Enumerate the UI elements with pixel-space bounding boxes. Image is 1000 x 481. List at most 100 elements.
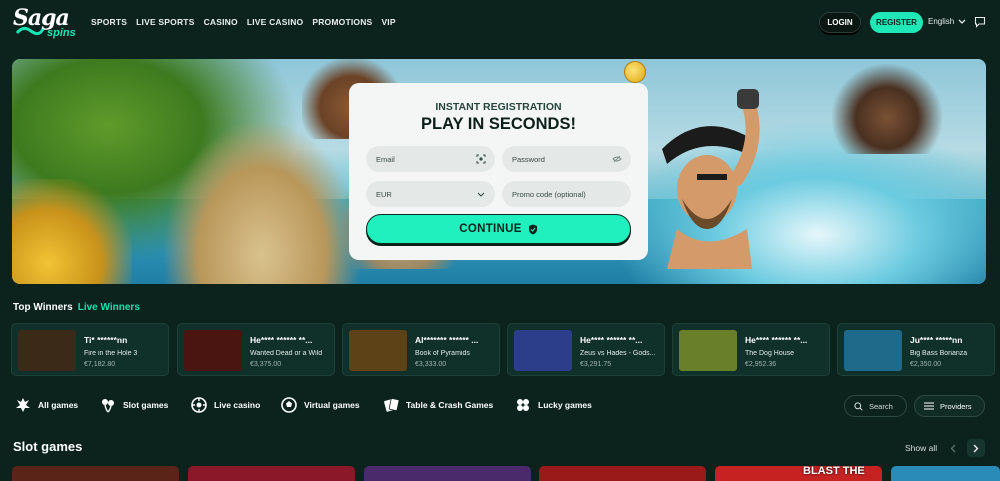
language-selector[interactable]: English bbox=[928, 17, 966, 26]
slot-game-tile[interactable] bbox=[364, 466, 531, 481]
winner-card[interactable]: He**** ****** **... The Dog House €2,952… bbox=[672, 323, 830, 376]
slot-games-title: Slot games bbox=[13, 439, 83, 454]
game-thumbnail bbox=[679, 330, 737, 371]
providers-label: Providers bbox=[940, 401, 972, 411]
winner-amount: €3,291.75 bbox=[580, 361, 612, 368]
winner-amount: €7,182.80 bbox=[84, 361, 116, 368]
winner-game: Book of Pyramids bbox=[415, 350, 470, 357]
promo-code-field[interactable]: Promo code (optional) bbox=[502, 181, 631, 207]
tab-live-winners[interactable]: Live Winners bbox=[78, 302, 140, 313]
winner-name: He**** ****** **... bbox=[250, 335, 313, 345]
winners-tabs: Top Winners Live Winners bbox=[13, 302, 140, 313]
hero-gold-coins bbox=[12, 179, 132, 284]
winner-card[interactable]: Ti* ******nn Fire in the Hole 3 €7,182.8… bbox=[11, 323, 169, 376]
chevron-right-icon bbox=[973, 444, 979, 452]
tab-top-winners[interactable]: Top Winners bbox=[13, 302, 73, 313]
winner-name: Ju**** *****nn bbox=[910, 335, 963, 345]
language-label: English bbox=[928, 17, 955, 26]
chevron-down-icon bbox=[477, 192, 485, 197]
eye-off-icon[interactable] bbox=[612, 154, 622, 164]
scan-icon[interactable] bbox=[476, 154, 486, 164]
login-button[interactable]: LOGIN bbox=[819, 12, 861, 33]
game-thumbnail bbox=[349, 330, 407, 371]
show-all-link[interactable]: Show all bbox=[905, 443, 937, 453]
slot-game-tile[interactable] bbox=[12, 466, 179, 481]
category-label: Virtual games bbox=[304, 400, 360, 410]
game-thumbnail bbox=[18, 330, 76, 371]
chevron-down-icon bbox=[958, 19, 966, 24]
search-icon bbox=[854, 401, 863, 411]
slot-game-tile[interactable] bbox=[539, 466, 706, 481]
register-button[interactable]: REGISTER bbox=[870, 12, 923, 33]
nav-promotions[interactable]: PROMOTIONS bbox=[312, 17, 372, 27]
main-nav: SPORTS LIVE SPORTS CASINO LIVE CASINO PR… bbox=[91, 17, 396, 27]
slot-game-title-text: BLAST THE bbox=[803, 465, 865, 477]
roulette-icon bbox=[191, 397, 207, 413]
sagaspins-logo[interactable]: Saga spins bbox=[13, 5, 83, 43]
category-label: Table & Crash Games bbox=[406, 400, 494, 410]
logo-swirl-icon bbox=[15, 26, 45, 36]
registration-form: INSTANT REGISTRATION PLAY IN SECONDS! Em… bbox=[349, 83, 648, 260]
winner-game: Wanted Dead or a Wild bbox=[250, 350, 323, 357]
category-live-casino[interactable]: Live casino bbox=[190, 396, 260, 414]
registration-title: PLAY IN SECONDS! bbox=[421, 115, 576, 133]
winner-amount: €3,333.00 bbox=[415, 361, 447, 368]
winner-game: Big Bass Bonanza bbox=[910, 350, 968, 357]
category-label: Lucky games bbox=[538, 400, 592, 410]
menu-icon bbox=[924, 402, 934, 410]
password-field[interactable]: Password bbox=[502, 146, 631, 172]
nav-live-casino[interactable]: LIVE CASINO bbox=[247, 17, 304, 27]
promo-placeholder: Promo code (optional) bbox=[512, 189, 586, 199]
all-games-icon bbox=[16, 398, 30, 412]
category-label: All games bbox=[38, 400, 79, 410]
game-thumbnail bbox=[514, 330, 572, 371]
providers-button[interactable]: Providers bbox=[914, 395, 985, 417]
chat-icon[interactable] bbox=[974, 16, 986, 28]
carousel-prev-button[interactable] bbox=[946, 440, 960, 456]
carousel-next-button[interactable] bbox=[967, 439, 985, 457]
nav-sports[interactable]: SPORTS bbox=[91, 17, 127, 27]
category-label: Live casino bbox=[214, 400, 261, 410]
currency-select[interactable]: EUR bbox=[366, 181, 495, 207]
slot-game-tile[interactable] bbox=[188, 466, 355, 481]
nav-vip[interactable]: VIP bbox=[381, 17, 395, 27]
winner-name: He**** ****** **... bbox=[745, 335, 808, 345]
winner-amount: €2,952.36 bbox=[745, 361, 777, 368]
soccer-ball-icon bbox=[281, 397, 297, 413]
winner-card[interactable]: He**** ****** **... Zeus vs Hades - Gods… bbox=[507, 323, 665, 376]
nav-live-sports[interactable]: LIVE SPORTS bbox=[136, 17, 194, 27]
winner-card[interactable]: Al******* ****** ... Book of Pyramids €3… bbox=[342, 323, 500, 376]
slot-game-tile[interactable] bbox=[891, 466, 1000, 481]
nav-casino[interactable]: CASINO bbox=[204, 17, 238, 27]
shield-check-icon bbox=[528, 224, 537, 234]
continue-label: CONTINUE bbox=[459, 223, 522, 235]
email-field[interactable]: Email bbox=[366, 146, 495, 172]
game-search[interactable]: Search bbox=[844, 395, 907, 417]
hero-island bbox=[162, 119, 362, 284]
category-all-games[interactable]: All games bbox=[14, 396, 78, 414]
winner-card[interactable]: Ju**** *****nn Big Bass Bonanza €2,350.0… bbox=[837, 323, 995, 376]
currency-value: EUR bbox=[376, 189, 392, 199]
game-thumbnail bbox=[184, 330, 242, 371]
clover-icon bbox=[517, 399, 529, 411]
winner-amount: €2,350.00 bbox=[910, 361, 942, 368]
winner-card[interactable]: He**** ****** **... Wanted Dead or a Wil… bbox=[177, 323, 335, 376]
slot-games-icon bbox=[102, 399, 114, 413]
winner-amount: €3,375.00 bbox=[250, 361, 282, 368]
winner-name: Ti* ******nn bbox=[84, 335, 128, 345]
category-label: Slot games bbox=[123, 400, 169, 410]
password-placeholder: Password bbox=[512, 154, 545, 164]
email-placeholder: Email bbox=[376, 154, 395, 164]
search-label: Search bbox=[869, 401, 893, 411]
category-slot-games[interactable]: Slot games bbox=[99, 396, 168, 414]
category-virtual-games[interactable]: Virtual games bbox=[280, 396, 360, 414]
category-table-crash-games[interactable]: Table & Crash Games bbox=[382, 396, 493, 414]
playing-cards-icon bbox=[384, 398, 400, 412]
winner-game: Zeus vs Hades - Gods... bbox=[580, 350, 656, 357]
winner-game: Fire in the Hole 3 bbox=[84, 350, 138, 357]
category-lucky-games[interactable]: Lucky games bbox=[514, 396, 592, 414]
game-thumbnail bbox=[844, 330, 902, 371]
continue-button[interactable]: CONTINUE bbox=[366, 214, 631, 244]
pirate-character-illustration bbox=[662, 89, 760, 269]
winner-game: The Dog House bbox=[745, 350, 795, 357]
